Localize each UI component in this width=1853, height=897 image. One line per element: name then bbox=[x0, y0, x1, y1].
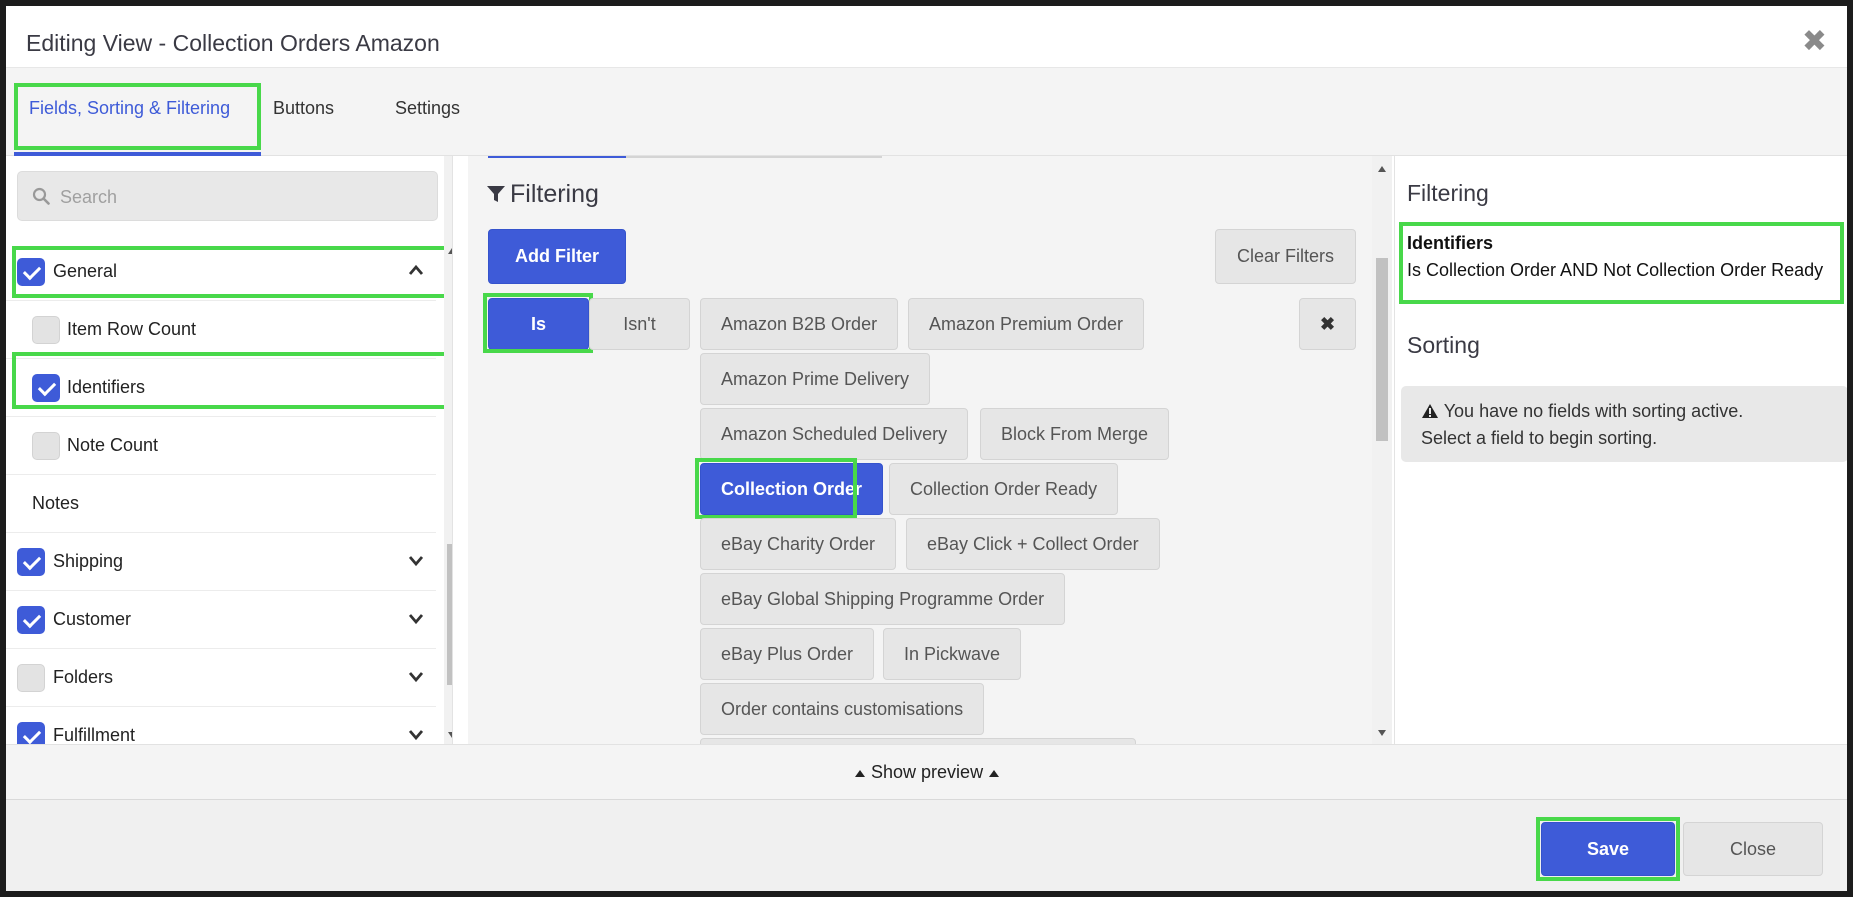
fields-scrollbar[interactable] bbox=[444, 156, 452, 744]
field-notes[interactable]: Notes bbox=[6, 475, 436, 533]
filter-option[interactable]: Block From Merge bbox=[980, 408, 1170, 460]
show-preview-toggle[interactable]: Show preview bbox=[854, 762, 1000, 783]
divider bbox=[626, 156, 882, 158]
filter-editor-panel: Filtering Add Filter Clear Filters Is Is… bbox=[468, 156, 1378, 744]
filtering-heading: Filtering bbox=[486, 180, 599, 209]
group-label: Fulfillment bbox=[53, 725, 136, 744]
chevron-down-icon[interactable] bbox=[408, 669, 424, 685]
note-count-checkbox[interactable] bbox=[32, 432, 60, 460]
caret-up-icon bbox=[855, 770, 865, 777]
scrollbar-thumb[interactable] bbox=[447, 544, 452, 685]
group-customer[interactable]: Customer bbox=[6, 591, 436, 649]
modal-header: Editing View - Collection Orders Amazon … bbox=[6, 6, 1847, 68]
field-label: Item Row Count bbox=[67, 319, 197, 339]
field-note-count[interactable]: Note Count bbox=[6, 417, 436, 475]
fulfillment-checkbox[interactable] bbox=[17, 722, 45, 744]
preview-bar: Show preview bbox=[6, 744, 1847, 800]
filter-option[interactable]: Amazon B2B Order bbox=[700, 298, 899, 350]
group-label: Customer bbox=[53, 609, 132, 629]
shipping-checkbox[interactable] bbox=[17, 548, 45, 576]
summary-filtering-title: Filtering bbox=[1407, 180, 1489, 206]
close-icon[interactable]: ✖ bbox=[1802, 24, 1827, 59]
field-item-row-count[interactable]: Item Row Count bbox=[6, 301, 436, 359]
search-icon bbox=[32, 187, 50, 205]
sorting-alert: You have no fields with sorting active. … bbox=[1401, 386, 1847, 462]
fields-panel: General Item Row Count Identifiers Note … bbox=[6, 156, 453, 744]
scroll-down-icon[interactable] bbox=[1378, 730, 1386, 736]
collection-order-highlight bbox=[695, 458, 857, 519]
chevron-down-icon[interactable] bbox=[408, 553, 424, 569]
add-filter-button[interactable]: Add Filter bbox=[488, 229, 626, 284]
caret-up-icon bbox=[989, 770, 1000, 777]
isnt-toggle-button[interactable]: Isn't bbox=[589, 298, 690, 350]
filter-option[interactable]: Amazon Scheduled Delivery bbox=[700, 408, 969, 460]
summary-sorting-title: Sorting bbox=[1407, 332, 1480, 358]
group-label: Shipping bbox=[53, 551, 124, 571]
field-label: Note Count bbox=[67, 435, 159, 455]
summary-panel: Filtering Identifiers Is Collection Orde… bbox=[1394, 156, 1847, 744]
search-input[interactable] bbox=[60, 182, 430, 212]
edit-view-modal: Editing View - Collection Orders Amazon … bbox=[6, 6, 1847, 891]
search-box bbox=[17, 171, 438, 221]
modal-title: Editing View - Collection Orders Amazon bbox=[26, 30, 440, 56]
modal-footer: Save Close bbox=[6, 800, 1847, 891]
filter-option[interactable]: eBay Global Shipping Programme Order bbox=[700, 573, 1066, 625]
group-shipping[interactable]: Shipping bbox=[6, 533, 436, 591]
filter-option[interactable]: Order contains customisations bbox=[700, 683, 985, 735]
tab-settings[interactable]: Settings bbox=[395, 98, 460, 119]
filter-option[interactable]: Amazon Premium Order bbox=[908, 298, 1145, 350]
is-highlight bbox=[483, 293, 593, 353]
sorting-alert-line2: Select a field to begin sorting. bbox=[1421, 428, 1658, 448]
filter-option[interactable]: eBay Charity Order bbox=[700, 518, 897, 570]
close-button[interactable]: Close bbox=[1683, 822, 1823, 876]
filter-summary-highlight bbox=[1399, 222, 1844, 304]
identifiers-highlight bbox=[12, 352, 452, 409]
tab-fields-sorting-filtering[interactable]: Fields, Sorting & Filtering bbox=[29, 98, 230, 119]
group-folders[interactable]: Folders bbox=[6, 649, 436, 707]
warning-icon bbox=[1422, 404, 1438, 418]
clear-filters-button[interactable]: Clear Filters bbox=[1215, 229, 1356, 284]
folders-checkbox[interactable] bbox=[17, 664, 45, 692]
show-preview-label: Show preview bbox=[871, 762, 984, 782]
filter-scrollbar[interactable] bbox=[1372, 156, 1392, 744]
filter-option[interactable]: eBay Click + Collect Order bbox=[906, 518, 1160, 570]
tab-bar: Fields, Sorting & Filtering Buttons Sett… bbox=[6, 68, 1847, 156]
filtering-title: Filtering bbox=[510, 180, 599, 208]
item-row-count-checkbox[interactable] bbox=[32, 316, 60, 344]
field-label: Notes bbox=[32, 493, 80, 513]
sorting-alert-line1: You have no fields with sorting active. bbox=[1443, 401, 1744, 421]
filter-option[interactable]: Amazon Prime Delivery bbox=[700, 353, 931, 405]
scroll-up-icon[interactable] bbox=[448, 248, 452, 254]
group-fulfillment[interactable]: Fulfillment bbox=[6, 707, 436, 744]
save-highlight bbox=[1536, 817, 1680, 881]
remove-filter-button[interactable]: ✖ bbox=[1299, 298, 1356, 350]
scroll-up-icon[interactable] bbox=[1378, 166, 1386, 172]
group-label: Folders bbox=[53, 667, 114, 687]
general-highlight bbox=[12, 246, 448, 298]
customer-checkbox[interactable] bbox=[17, 606, 45, 634]
scrollbar-thumb[interactable] bbox=[1376, 258, 1388, 441]
chevron-down-icon[interactable] bbox=[408, 727, 424, 743]
scroll-down-icon[interactable] bbox=[448, 732, 452, 738]
filter-option[interactable]: In Pickwave bbox=[883, 628, 1022, 680]
filter-icon bbox=[487, 186, 505, 202]
tab-buttons[interactable]: Buttons bbox=[273, 98, 334, 119]
chevron-down-icon[interactable] bbox=[408, 611, 424, 627]
filter-option[interactable]: Collection Order Ready bbox=[889, 463, 1119, 515]
divider bbox=[488, 156, 626, 158]
filter-option[interactable]: eBay Plus Order bbox=[700, 628, 875, 680]
